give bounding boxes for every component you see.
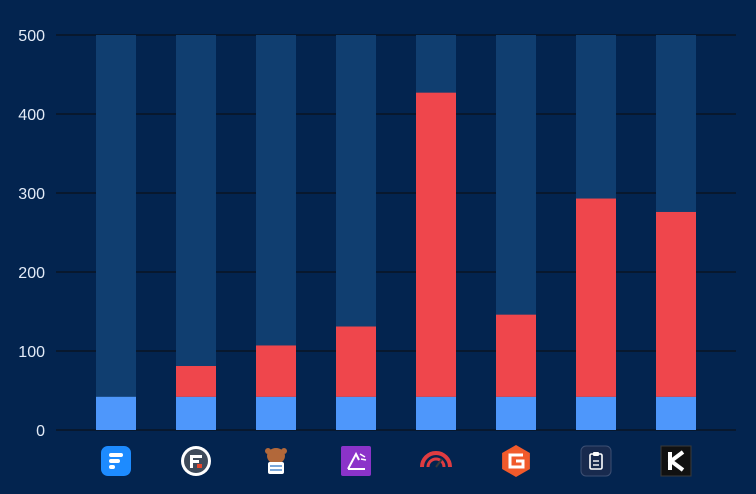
y-tick-label: 300 <box>18 186 45 203</box>
bar-segment-base <box>576 396 616 430</box>
bar-segment-base <box>96 396 136 430</box>
bar-segment-top <box>416 92 456 397</box>
kali-forms-icon <box>660 445 692 477</box>
bar-segment-top <box>256 345 296 397</box>
formidable-forms-icon <box>181 446 211 476</box>
chart-container: 0 100 200 300 400 500 <box>0 0 756 489</box>
forminator-icon <box>580 445 612 477</box>
fluent-forms-icon <box>101 446 131 476</box>
bar-segment-top <box>176 366 216 397</box>
ninja-forms-icon <box>341 446 371 476</box>
grid-layer <box>56 34 736 431</box>
stacked-bar-chart: 0 100 200 300 400 500 <box>18 28 736 477</box>
bar-segment-base <box>336 396 376 430</box>
y-tick-label: 200 <box>18 265 45 282</box>
bar-segment-base <box>416 396 456 430</box>
x-category-icon-layer <box>101 445 692 477</box>
bar-segment-top <box>656 211 696 397</box>
bar-segment-top <box>576 198 616 397</box>
bar-segment-base <box>496 396 536 430</box>
bar-segment-top <box>336 326 376 397</box>
y-tick-label: 500 <box>18 28 45 45</box>
bar-segment-base <box>176 396 216 430</box>
bar-segment-base <box>256 396 296 430</box>
everest-forms-icon <box>420 451 452 468</box>
bar-segment-base <box>656 396 696 430</box>
gravity-forms-icon <box>502 445 530 477</box>
y-tick-label-layer: 0 100 200 300 400 500 <box>18 28 45 440</box>
bar-segment-top <box>496 314 536 397</box>
y-tick-label: 100 <box>18 344 45 361</box>
bar-track <box>96 35 136 430</box>
y-tick-label: 400 <box>18 107 45 124</box>
wpforms-icon <box>265 448 287 474</box>
y-tick-label: 0 <box>36 423 45 440</box>
